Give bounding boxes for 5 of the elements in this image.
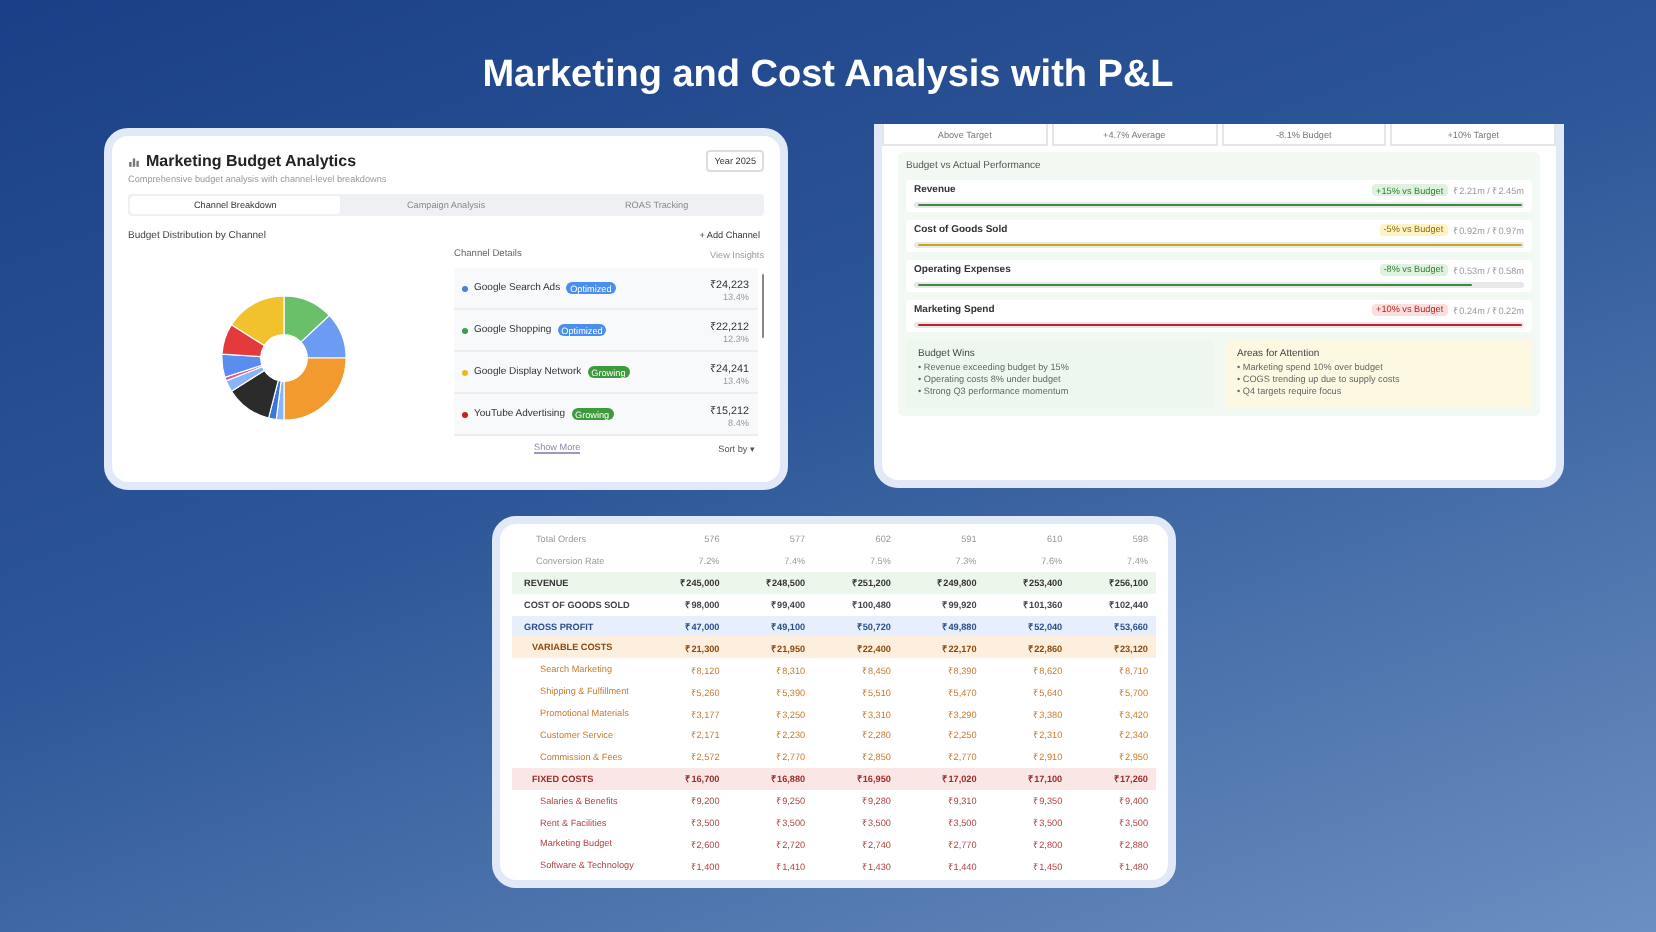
- card-title: Marketing Budget Analytics: [146, 152, 357, 170]
- donut-chart-drawing: [217, 292, 349, 424]
- page-heading: Marketing and Cost Analysis with P&L: [480, 54, 1176, 98]
- scrollbar[interactable]: [761, 274, 764, 338]
- chart-icon: [128, 155, 140, 167]
